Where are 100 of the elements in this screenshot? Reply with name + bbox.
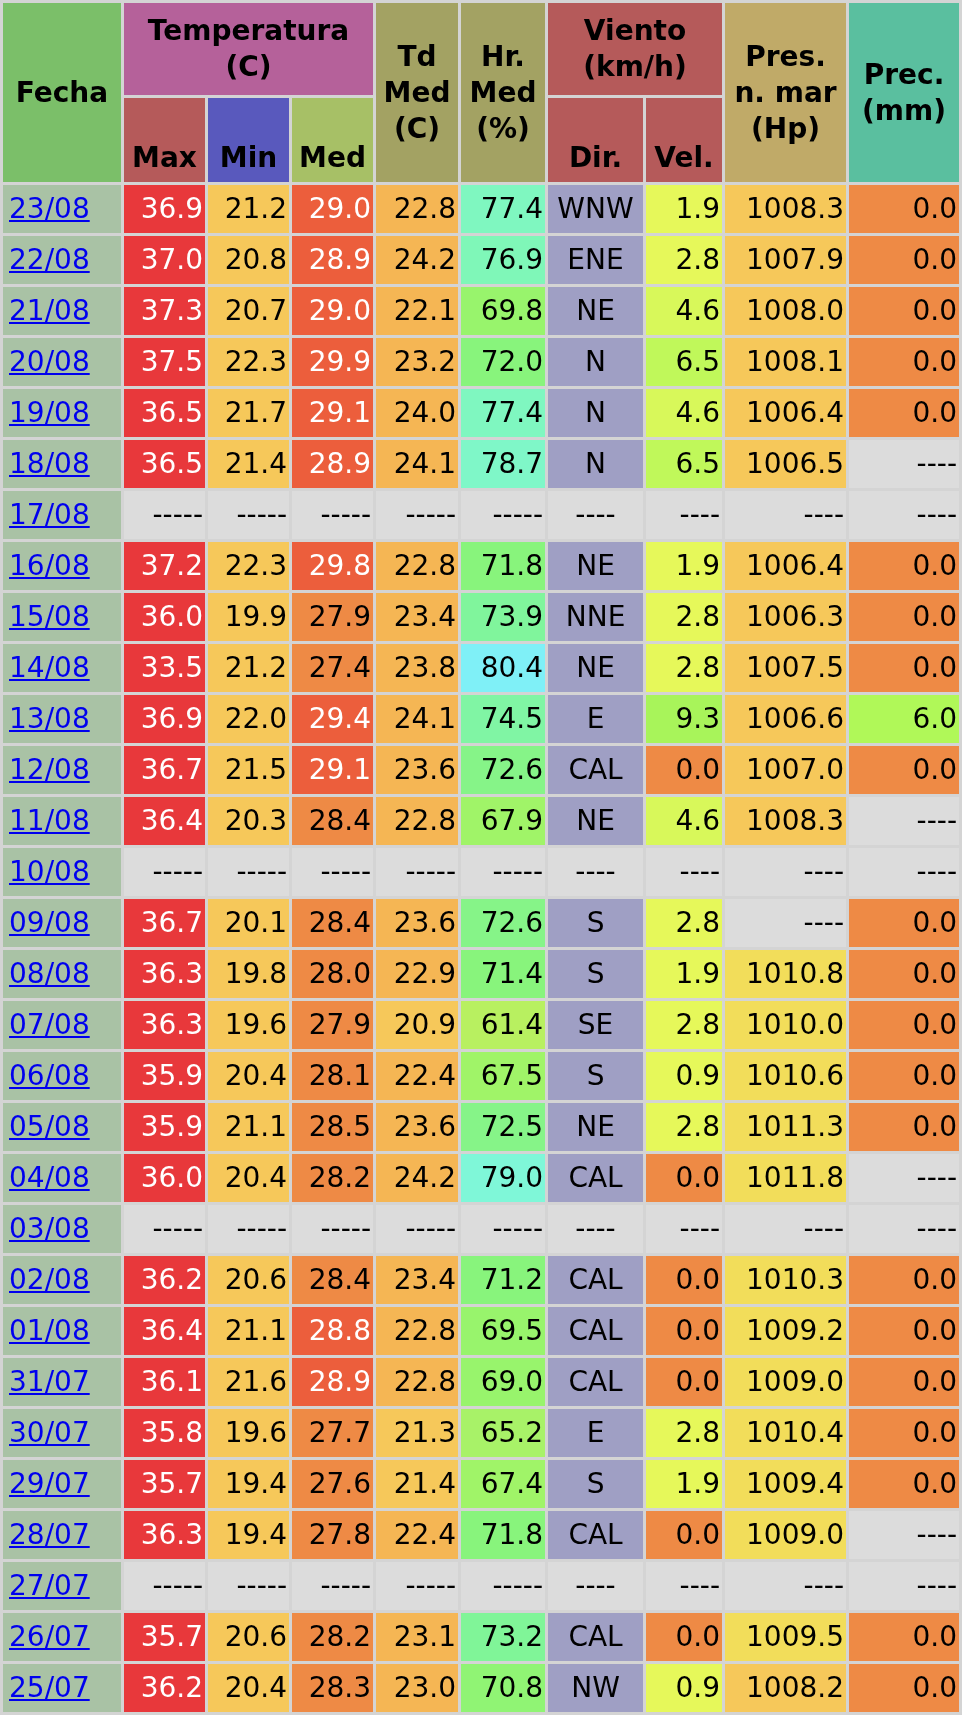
table-cell: 22.3 xyxy=(208,542,289,590)
table-cell: 33.5 xyxy=(124,644,205,692)
table-cell: 36.3 xyxy=(124,1511,205,1559)
table-cell: 0.0 xyxy=(849,1307,960,1355)
table-cell: 22.4 xyxy=(376,1052,459,1100)
table-cell: CAL xyxy=(548,1511,644,1559)
table-cell: 28.2 xyxy=(292,1154,374,1202)
table-cell: ---- xyxy=(725,848,847,896)
table-cell: 71.4 xyxy=(461,950,546,998)
table-cell: 36.3 xyxy=(124,1001,205,1049)
table-cell: ----- xyxy=(124,1205,205,1253)
table-cell: 22.3 xyxy=(208,338,289,386)
column-header: Prec. (mm) xyxy=(849,3,960,182)
table-cell: ENE xyxy=(548,236,644,284)
table-cell: 27.6 xyxy=(292,1460,374,1508)
table-cell: 27.7 xyxy=(292,1409,374,1457)
table-cell: 21.3 xyxy=(376,1409,459,1457)
table-cell: 1007.5 xyxy=(725,644,847,692)
table-cell: 1008.0 xyxy=(725,287,847,335)
table-cell: 77.4 xyxy=(461,185,546,233)
table-cell: 19.4 xyxy=(208,1511,289,1559)
table-cell: CAL xyxy=(548,746,644,794)
table-cell: 20.4 xyxy=(208,1052,289,1100)
column-header: Hr. Med (%) xyxy=(461,3,546,182)
column-header: Vel. xyxy=(646,98,723,182)
table-cell: 29.1 xyxy=(292,389,374,437)
table-cell: 28.4 xyxy=(292,1256,374,1304)
table-cell: ---- xyxy=(849,1154,960,1202)
table-cell: 28.0 xyxy=(292,950,374,998)
table-cell: NE xyxy=(548,287,644,335)
table-cell: 23.6 xyxy=(376,1103,459,1151)
table-cell: 9.3 xyxy=(646,695,723,743)
table-cell: WNW xyxy=(548,185,644,233)
table-cell: E xyxy=(548,1409,644,1457)
table-cell: 19.6 xyxy=(208,1001,289,1049)
table-cell: 22.8 xyxy=(376,1307,459,1355)
table-cell: ----- xyxy=(376,848,459,896)
table-cell: ----- xyxy=(292,491,374,539)
table-cell: 69.0 xyxy=(461,1358,546,1406)
table-cell: 1.9 xyxy=(646,542,723,590)
table-cell: 0.0 xyxy=(849,1460,960,1508)
table-cell: S xyxy=(548,899,644,947)
table-cell: 1009.4 xyxy=(725,1460,847,1508)
table-cell: 24.1 xyxy=(376,440,459,488)
table-cell: 1006.6 xyxy=(725,695,847,743)
table-cell: 4.6 xyxy=(646,797,723,845)
table-cell: 77.4 xyxy=(461,389,546,437)
table-cell: ---- xyxy=(548,491,644,539)
table-cell: 6.0 xyxy=(849,695,960,743)
table-cell: 23.1 xyxy=(376,1613,459,1661)
table-cell: 0.0 xyxy=(849,1001,960,1049)
table-cell: ---- xyxy=(725,899,847,947)
table-cell: 1011.3 xyxy=(725,1103,847,1151)
table-cell: 23.6 xyxy=(376,746,459,794)
table-cell: 1010.4 xyxy=(725,1409,847,1457)
table-cell: 69.5 xyxy=(461,1307,546,1355)
table-cell: 4.6 xyxy=(646,389,723,437)
table-cell: ----- xyxy=(376,1562,459,1610)
table-cell: 67.5 xyxy=(461,1052,546,1100)
table-cell: 21.2 xyxy=(208,185,289,233)
table-cell: 67.4 xyxy=(461,1460,546,1508)
table-cell: 1008.3 xyxy=(725,797,847,845)
table-cell: 22.0 xyxy=(208,695,289,743)
table-cell: 22.4 xyxy=(376,1511,459,1559)
table-cell: CAL xyxy=(548,1358,644,1406)
table-cell: 20.6 xyxy=(208,1256,289,1304)
table-cell: 22.9 xyxy=(376,950,459,998)
table-cell: 35.9 xyxy=(124,1103,205,1151)
column-header: Viento (km/h) xyxy=(548,3,723,95)
table-cell: 2.8 xyxy=(646,593,723,641)
table-cell: CAL xyxy=(548,1307,644,1355)
table-cell: 0.0 xyxy=(849,236,960,284)
table-cell: ---- xyxy=(725,491,847,539)
table-cell: 1008.2 xyxy=(725,1664,847,1712)
table-cell: ----- xyxy=(208,848,289,896)
table-cell: ---- xyxy=(646,848,723,896)
table-cell: ----- xyxy=(208,491,289,539)
table-cell: 21.4 xyxy=(376,1460,459,1508)
table-cell: 67.9 xyxy=(461,797,546,845)
table-cell: 37.5 xyxy=(124,338,205,386)
table-cell: 21.1 xyxy=(208,1307,289,1355)
table-cell: 36.7 xyxy=(124,899,205,947)
table-cell: 0.0 xyxy=(849,899,960,947)
table-cell: ---- xyxy=(548,848,644,896)
table-cell: 22.8 xyxy=(376,1358,459,1406)
table-cell: 1010.8 xyxy=(725,950,847,998)
table-cell: 0.0 xyxy=(849,1664,960,1712)
table-cell: 20.9 xyxy=(376,1001,459,1049)
table-cell: 36.4 xyxy=(124,1307,205,1355)
table-cell: 28.1 xyxy=(292,1052,374,1100)
table-cell: 1009.5 xyxy=(725,1613,847,1661)
table-cell: 28.2 xyxy=(292,1613,374,1661)
table-cell: ----- xyxy=(376,1205,459,1253)
column-header: Med xyxy=(292,98,374,182)
table-cell: 0.9 xyxy=(646,1664,723,1712)
table-cell: 28.3 xyxy=(292,1664,374,1712)
table-cell: 0.0 xyxy=(849,338,960,386)
table-cell: 28.8 xyxy=(292,1307,374,1355)
table-cell: NE xyxy=(548,1103,644,1151)
table-cell: 21.6 xyxy=(208,1358,289,1406)
